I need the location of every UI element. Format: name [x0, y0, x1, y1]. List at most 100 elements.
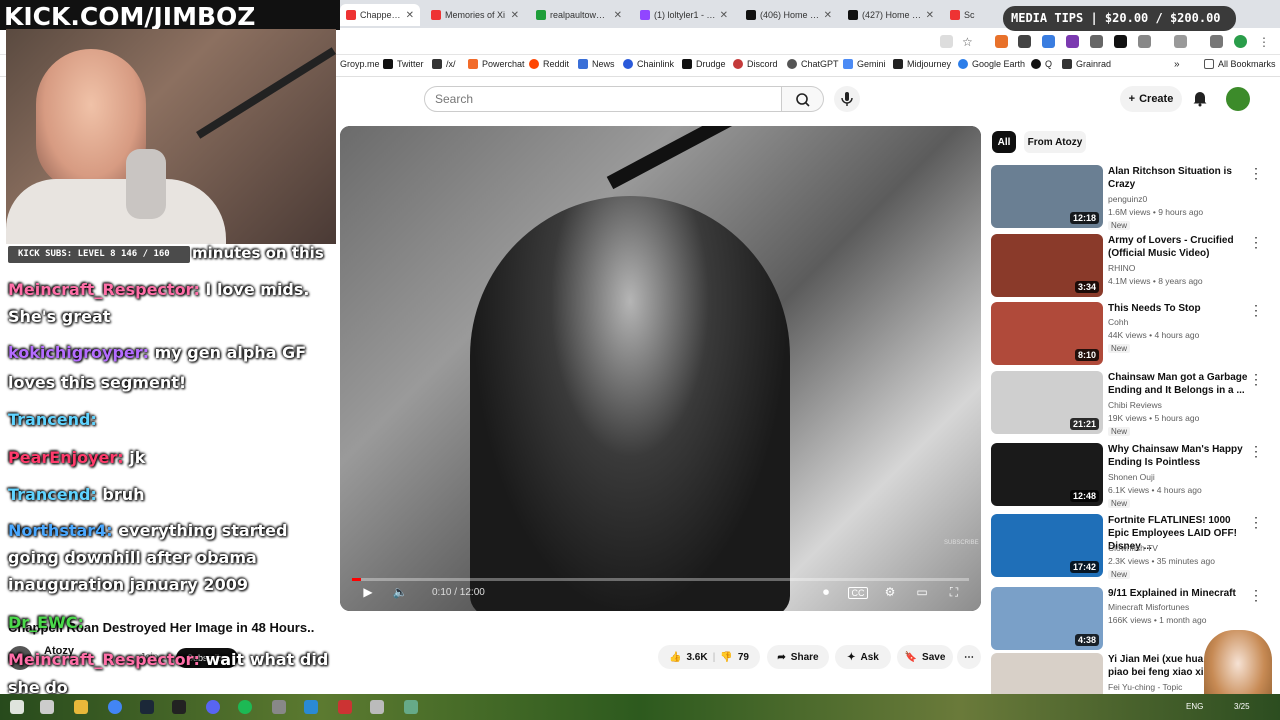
bookmark-reddit[interactable]: Reddit	[529, 59, 569, 69]
close-tab-icon[interactable]: ✕	[926, 10, 934, 21]
telegram-icon[interactable]	[304, 700, 318, 714]
more-options-icon[interactable]: ⋮	[1249, 587, 1263, 604]
more-options-icon[interactable]: ⋮	[1249, 371, 1263, 388]
language-indicator[interactable]: ENG	[1186, 702, 1203, 711]
discord-icon[interactable]	[206, 700, 220, 714]
star-icon[interactable]: ☆	[962, 35, 975, 49]
file-explorer-icon[interactable]	[74, 700, 88, 714]
more-options-icon[interactable]: ⋮	[1249, 443, 1263, 460]
autoplay-toggle[interactable]: ⏺	[816, 585, 836, 601]
puzzle-icon[interactable]	[1138, 35, 1151, 48]
extension-icon[interactable]	[1090, 35, 1103, 48]
tab-home-x-1[interactable]: (406) Home / X ✕	[740, 4, 838, 26]
more-options-icon[interactable]: ⋮	[1249, 514, 1263, 531]
close-tab-icon[interactable]: ✕	[406, 10, 414, 21]
bookmark-google-earth[interactable]: Google Earth	[958, 59, 1025, 69]
menu-icon[interactable]: ⋮	[1258, 35, 1271, 49]
progress-bar[interactable]	[352, 578, 969, 581]
bookmark-chatgpt[interactable]: ChatGPT	[787, 59, 839, 69]
app-icon[interactable]	[370, 700, 384, 714]
ask-button[interactable]: ✦ Ask	[835, 645, 891, 669]
recommendation-title[interactable]: 9/11 Explained in Minecraft	[1108, 587, 1248, 600]
more-options-icon[interactable]: ⋮	[1249, 302, 1263, 319]
shield-icon[interactable]	[1018, 35, 1031, 48]
more-options-icon[interactable]: ⋮	[1249, 165, 1263, 182]
video-thumbnail[interactable]: 3:34	[991, 234, 1103, 297]
chevron-right-icon[interactable]: »	[1174, 59, 1180, 70]
recommendation-channel[interactable]: Chibi Reviews	[1108, 400, 1162, 410]
recommendation-item[interactable]: 3:34 Army of Lovers - Crucified (Official…	[991, 234, 1271, 298]
bookmark-x[interactable]: /x/	[432, 59, 456, 69]
task-view-icon[interactable]	[40, 700, 54, 714]
close-tab-icon[interactable]: ✕	[824, 10, 832, 21]
more-actions-button[interactable]: ⋯	[957, 645, 981, 669]
recommendation-title[interactable]: Chainsaw Man got a Garbage Ending and It…	[1108, 371, 1248, 397]
spotify-icon[interactable]	[238, 700, 252, 714]
search-input[interactable]: Search	[424, 86, 782, 112]
bookmark-midjourney[interactable]: Midjourney	[893, 59, 951, 69]
tab-home-x-2[interactable]: (427) Home / X ✕	[842, 4, 940, 26]
terminal-icon[interactable]	[172, 700, 186, 714]
recommendation-item[interactable]: 21:21 Chainsaw Man got a Garbage Ending a…	[991, 371, 1271, 436]
clock-date[interactable]: 3/25	[1234, 702, 1250, 711]
video-thumbnail[interactable]: 8:10	[991, 302, 1103, 365]
tab-loltyler[interactable]: (1) loltyler1 - Te ✕	[634, 4, 734, 26]
recommendation-channel[interactable]: Shonen Ouji	[1108, 472, 1155, 482]
media-icon[interactable]	[1174, 35, 1187, 48]
download-icon[interactable]	[1210, 35, 1223, 48]
share-button[interactable]: ➦ Share	[767, 645, 829, 669]
chrome-icon[interactable]	[108, 700, 122, 714]
bookmark-news[interactable]: News	[578, 59, 615, 69]
tab-sc[interactable]: Sc	[944, 4, 984, 26]
bookmark-discord[interactable]: Discord	[733, 59, 778, 69]
recommendation-channel[interactable]: Fei Yu-ching - Topic	[1108, 682, 1182, 692]
volume-icon[interactable]: 🔈	[390, 585, 410, 601]
video-thumbnail[interactable]: 21:21	[991, 371, 1103, 434]
recommendation-item[interactable]: 8:10 This Needs To Stop Cohh 44K views • 4 …	[991, 302, 1271, 366]
close-tab-icon[interactable]: ✕	[720, 10, 728, 21]
video-player[interactable]: SUBSCRIBE ▶ 🔈 0:10 / 12:00 ⏺ CC ⚙ ▭ ⛶	[340, 126, 981, 611]
recommendation-channel[interactable]: Cohh	[1108, 317, 1128, 327]
more-options-icon[interactable]: ⋮	[1249, 234, 1263, 251]
bookmark-twitter[interactable]: Twitter	[383, 59, 424, 69]
bookmark-drudge[interactable]: Drudge	[682, 59, 726, 69]
tab-chappell[interactable]: Chappell Ro ✕	[340, 4, 420, 26]
fullscreen-icon[interactable]: ⛶	[944, 585, 964, 601]
bookmark-gemini[interactable]: Gemini	[843, 59, 886, 69]
extension-icon[interactable]	[1066, 35, 1079, 48]
recommendation-channel[interactable]: penguinz0	[1108, 194, 1147, 204]
recommendation-channel[interactable]: RHINO	[1108, 263, 1135, 273]
recommendation-item[interactable]: 12:18 Alan Ritchson Situation is Crazy pen…	[991, 165, 1271, 230]
like-button[interactable]: 👍 3.6K	[669, 652, 708, 663]
bookmark-q[interactable]: Q	[1031, 59, 1052, 69]
chip-from-atozy[interactable]: From Atozy	[1024, 131, 1086, 153]
theater-mode-icon[interactable]: ▭	[912, 585, 932, 601]
steam-icon[interactable]	[140, 700, 154, 714]
dislike-button[interactable]: 👎 79	[720, 652, 749, 663]
voice-search-button[interactable]	[834, 86, 860, 112]
save-button[interactable]: 🔖 Save	[897, 645, 953, 669]
tab-realpaultown[interactable]: realpaultown Si ✕	[530, 4, 628, 26]
recommendation-title[interactable]: Alan Ritchson Situation is Crazy	[1108, 165, 1248, 191]
recommendation-item[interactable]: 12:48 Why Chainsaw Man's Happy Ending Is …	[991, 443, 1271, 508]
notifications-bell-icon[interactable]	[1192, 89, 1208, 107]
play-icon[interactable]: ▶	[358, 585, 378, 601]
translate-icon[interactable]	[940, 35, 953, 48]
settings-icon[interactable]: ⚙	[880, 585, 900, 601]
app-icon[interactable]	[272, 700, 286, 714]
recommendation-channel[interactable]: Clownfish TV	[1108, 543, 1158, 553]
all-bookmarks[interactable]: All Bookmarks	[1204, 59, 1276, 69]
chip-all[interactable]: All	[992, 131, 1016, 153]
windows-start-icon[interactable]	[10, 700, 24, 714]
metamask-icon[interactable]	[995, 35, 1008, 48]
captions-icon[interactable]: CC	[848, 587, 868, 599]
video-thumbnail[interactable]: 17:42	[991, 514, 1103, 577]
bookmark-chainlink[interactable]: Chainlink	[623, 59, 674, 69]
subscribe-watermark[interactable]: SUBSCRIBE	[944, 540, 979, 546]
bookmark-groyp[interactable]: Groyp.me	[340, 59, 380, 69]
search-button[interactable]	[782, 86, 824, 112]
extension-icon[interactable]	[1042, 35, 1055, 48]
video-thumbnail[interactable]: 12:48	[991, 443, 1103, 506]
close-tab-icon[interactable]: ✕	[511, 10, 519, 21]
bookmark-grainrad[interactable]: Grainrad	[1062, 59, 1111, 69]
